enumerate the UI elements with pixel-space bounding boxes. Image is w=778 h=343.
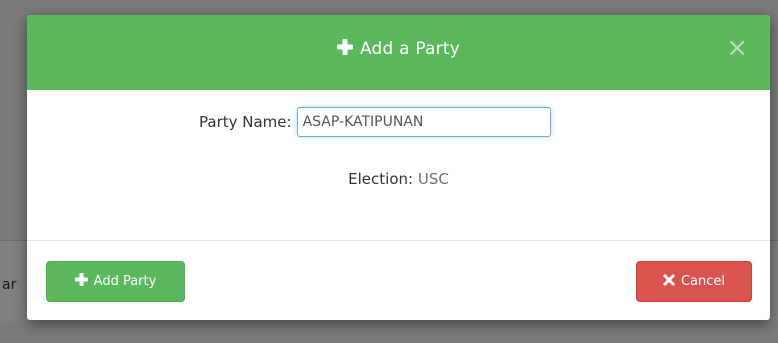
- election-value: USC: [417, 170, 449, 188]
- modal-footer: Add Party Cancel: [27, 241, 770, 320]
- modal-title-text: Add a Party: [360, 39, 460, 59]
- close-icon[interactable]: ×: [726, 35, 748, 61]
- add-party-modal: Add a Party × Party Name: Election: USC …: [27, 15, 770, 320]
- cancel-button[interactable]: Cancel: [636, 261, 752, 302]
- cancel-button-label: Cancel: [680, 274, 726, 289]
- modal-header: Add a Party ×: [27, 15, 770, 90]
- add-party-button-label: Add Party: [93, 274, 157, 289]
- party-name-input[interactable]: [296, 107, 551, 137]
- add-party-button[interactable]: Add Party: [46, 261, 185, 302]
- party-name-row: Party Name:: [199, 107, 551, 137]
- plus-icon: [337, 39, 354, 60]
- modal-title: Add a Party: [27, 39, 770, 60]
- plus-icon: [74, 273, 88, 290]
- modal-body: Party Name: Election: USC: [27, 90, 770, 241]
- party-name-label: Party Name:: [199, 113, 292, 131]
- election-label: Election:: [348, 170, 414, 188]
- times-icon: [663, 273, 675, 290]
- election-row: Election: USC: [27, 170, 770, 188]
- backdrop-partial-text: ar: [2, 277, 17, 293]
